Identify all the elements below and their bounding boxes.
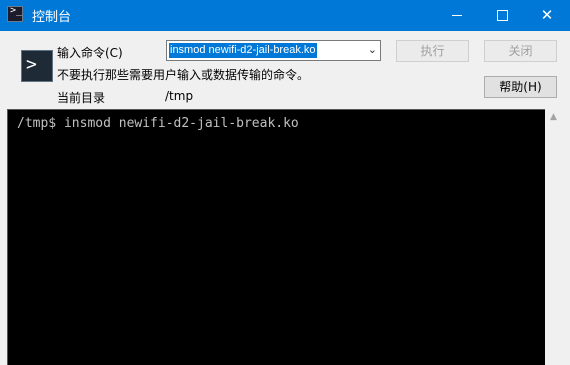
maximize-icon xyxy=(496,10,508,21)
close-icon: ✕ xyxy=(540,6,554,24)
title-bar[interactable]: >_ 控制台 ✕ xyxy=(0,0,570,31)
console-scrollbar[interactable]: ▲ xyxy=(545,109,562,365)
current-dir-label: 当前目录 xyxy=(57,91,106,105)
close-window-button[interactable]: ✕ xyxy=(524,0,570,31)
console-line: /tmp$ insmod newifi-d2-jail-break.ko xyxy=(17,116,299,131)
minimize-button[interactable] xyxy=(434,0,480,31)
window-border-left xyxy=(0,109,7,365)
maximize-button[interactable] xyxy=(479,0,525,31)
console-large-icon: > xyxy=(21,50,53,82)
execute-button[interactable]: 执行 xyxy=(396,40,469,62)
minimize-icon xyxy=(452,15,462,16)
help-button[interactable]: 帮助(H) xyxy=(484,76,557,98)
console-icon: >_ xyxy=(7,5,23,22)
chevron-down-icon[interactable]: ⌄ xyxy=(368,43,377,56)
hint-text: 不要执行那些需要用户输入或数据传输的命令。 xyxy=(57,68,310,82)
window-border-right xyxy=(562,31,570,365)
scroll-up-icon[interactable]: ▲ xyxy=(545,109,562,126)
command-input[interactable]: insmod newifi-d2-jail-break.ko ⌄ xyxy=(166,40,381,61)
console-output[interactable]: /tmp$ insmod newifi-d2-jail-break.ko xyxy=(7,109,545,365)
window-title: 控制台 xyxy=(32,10,72,25)
command-label: 输入命令(C) xyxy=(57,46,123,60)
command-panel: > 输入命令(C) insmod newifi-d2-jail-break.ko… xyxy=(0,31,570,109)
close-button[interactable]: 关闭 xyxy=(484,40,557,62)
current-dir-value: /tmp xyxy=(165,89,194,103)
command-input-value[interactable]: insmod newifi-d2-jail-break.ko xyxy=(169,43,317,58)
